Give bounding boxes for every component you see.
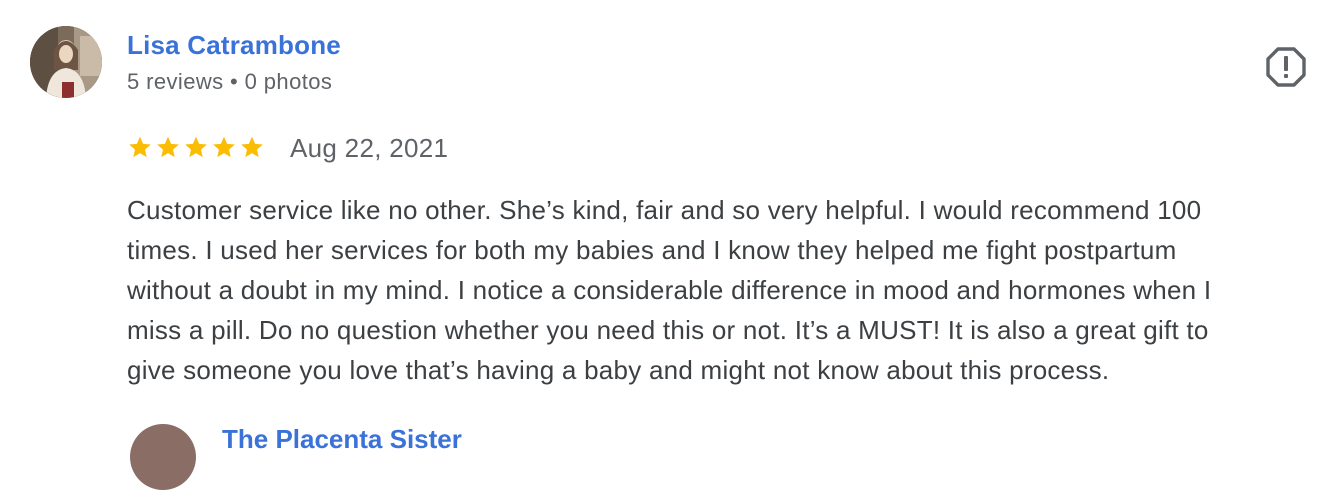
review-text-line: Customer service like no other. She’s ki…	[127, 195, 1202, 225]
star-icon	[157, 136, 179, 158]
star-icon	[185, 136, 207, 158]
review-text-line: without a doubt in my mind. I notice a c…	[127, 275, 1212, 305]
star-icon	[241, 136, 263, 158]
star-icon	[213, 136, 235, 158]
star-rating	[127, 134, 265, 162]
review-text-line: miss a pill. Do no question whether you …	[127, 315, 1209, 345]
review-card: Lisa Catrambone 5 reviews • 0 photos Aug…	[0, 0, 1344, 490]
review-text: Customer service like no other. She’s ki…	[127, 190, 1327, 390]
avatar-photo	[30, 26, 102, 98]
star-icon	[129, 136, 151, 158]
reviewer-avatar[interactable]	[30, 26, 102, 98]
reviewer-name[interactable]: Lisa Catrambone	[127, 30, 341, 61]
review-text-line: times. I used her services for both my b…	[127, 235, 1177, 265]
report-flag-icon[interactable]	[1266, 47, 1306, 87]
reviewer-meta: 5 reviews • 0 photos	[127, 69, 333, 94]
next-reviewer-name[interactable]: The Placenta Sister	[222, 424, 462, 455]
review-text-line: give someone you love that’s having a ba…	[127, 355, 1110, 385]
review-date: Aug 22, 2021	[290, 133, 449, 163]
